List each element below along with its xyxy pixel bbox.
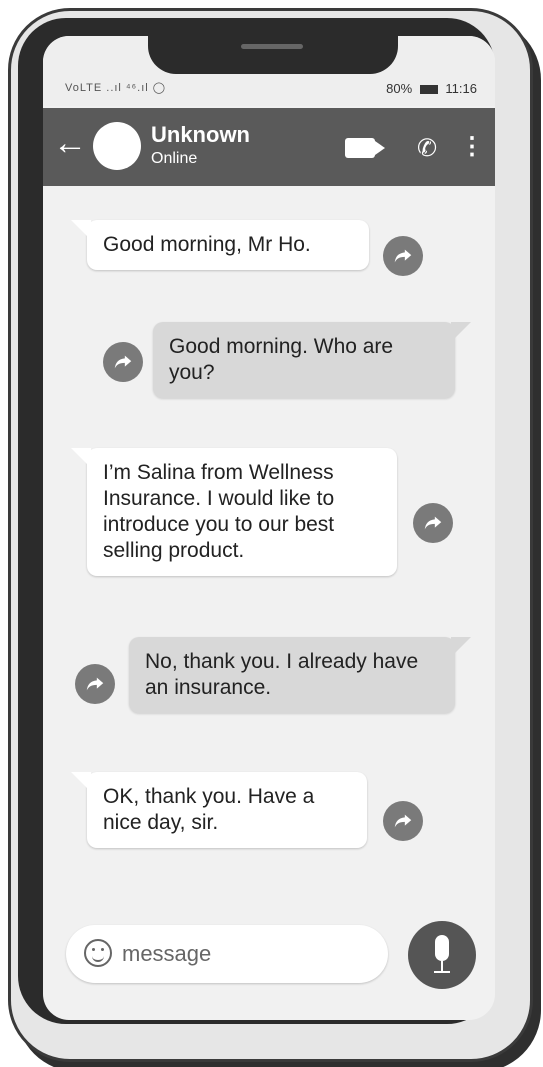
share-arrow-icon[interactable]	[383, 236, 423, 276]
message-text: Good morning. Who are you?	[169, 335, 394, 384]
emoji-icon[interactable]	[84, 939, 112, 967]
share-arrow-icon[interactable]	[75, 664, 115, 704]
share-arrow-icon[interactable]	[103, 342, 143, 382]
bubble-tail	[71, 448, 91, 468]
share-arrow-glyph	[394, 249, 412, 263]
video-camera-icon[interactable]	[345, 138, 385, 158]
message-placeholder: message	[122, 941, 212, 966]
microphone-button[interactable]	[408, 921, 476, 989]
message-bubble-incoming[interactable]: Good morning, Mr Ho.	[71, 220, 369, 270]
bubble-tail	[451, 637, 471, 657]
microphone-base	[434, 971, 450, 973]
phone-icon[interactable]: ✆	[417, 134, 437, 163]
contact-status: Online	[151, 150, 198, 167]
more-vert-icon[interactable]: ⋮	[460, 132, 484, 161]
avatar[interactable]	[93, 122, 141, 170]
message-text: No, thank you. I already have an insuran…	[145, 650, 419, 699]
battery-percent: 80%	[386, 81, 413, 96]
share-arrow-glyph	[86, 677, 104, 691]
phone-notch	[148, 36, 398, 74]
message-text: OK, thank you. Have a nice day, sir.	[103, 785, 315, 834]
clock: 11:16	[445, 81, 477, 96]
share-arrow-icon[interactable]	[413, 503, 453, 543]
status-right-indicators: 80% 11:16	[386, 81, 477, 96]
message-bubble-outgoing[interactable]: No, thank you. I already have an insuran…	[129, 637, 471, 713]
bubble-tail	[71, 772, 91, 792]
battery-icon	[419, 85, 438, 95]
share-arrow-glyph	[424, 516, 442, 530]
microphone-icon	[435, 935, 449, 961]
message-bubble-incoming[interactable]: I’m Salina from Wellness Insurance. I wo…	[71, 448, 397, 576]
share-arrow-glyph	[394, 814, 412, 828]
status-left-indicators: VoLTE ..ıl ⁴⁶.ıl ◯	[65, 82, 167, 94]
bubble-tail	[451, 322, 471, 342]
bubble-tail	[71, 220, 91, 240]
chat-app-bar: ← Unknown Online ✆ ⋮	[43, 108, 495, 186]
message-text: I’m Salina from Wellness Insurance. I wo…	[103, 461, 335, 562]
arrow-left-icon[interactable]: ←	[53, 126, 87, 160]
message-text: Good morning, Mr Ho.	[103, 233, 311, 256]
phone-speaker	[241, 44, 303, 49]
emoji-mouth	[92, 955, 104, 962]
contact-name[interactable]: Unknown	[151, 122, 250, 148]
message-bubble-incoming[interactable]: OK, thank you. Have a nice day, sir.	[71, 772, 367, 848]
share-arrow-glyph	[114, 355, 132, 369]
share-arrow-icon[interactable]	[383, 801, 423, 841]
phone-screen: VoLTE ..ıl ⁴⁶.ıl ◯ 80% 11:16 ← Unknown O…	[43, 36, 495, 1020]
message-bubble-outgoing[interactable]: Good morning. Who are you?	[153, 322, 471, 398]
message-input[interactable]: message	[66, 925, 388, 983]
